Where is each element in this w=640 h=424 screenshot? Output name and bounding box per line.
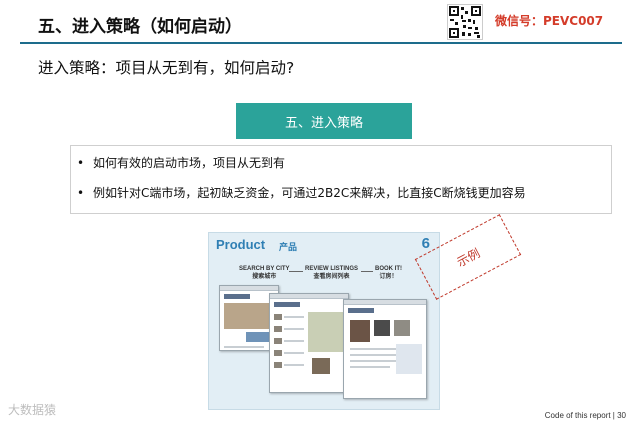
watermark: 大数据猿: [8, 403, 57, 417]
header-title: 五、进入策略（如何启动）: [38, 17, 242, 37]
step-label-cn: 订房！: [379, 274, 398, 280]
site-logo: [274, 302, 300, 307]
step-review: REVIEW LISTINGS 查看房间列表: [305, 265, 358, 281]
step-label-cn: 查看房间列表: [313, 274, 350, 280]
sample-stamp: 示例: [414, 214, 522, 300]
wechat-id: 微信号：PEVC007: [495, 14, 604, 28]
bullet-item: • 如何有效的启动市场，项目从无到有: [77, 154, 285, 171]
bullet-text: 例如针对C端市场，起初缺乏资金，可通过2B2C来解决，比直接C断烧钱更加容易: [93, 186, 526, 200]
text-line: [284, 328, 304, 330]
text-line: [284, 352, 304, 354]
site-logo: [348, 308, 374, 313]
text-line: [284, 364, 304, 366]
website-screenshot-listings: [269, 293, 349, 393]
browser-bar: [220, 286, 278, 291]
step-arrow: [361, 271, 373, 272]
listing-thumb: [274, 350, 282, 356]
text-line: [284, 316, 304, 318]
step-label-en: REVIEW LISTINGS: [305, 266, 359, 272]
header-rule: [20, 42, 622, 44]
step-label-cn: 搜索城市: [252, 274, 277, 280]
book-panel: [396, 344, 422, 374]
bullet-box: • 如何有效的启动市场，项目从无到有 • 例如针对C端市场，起初缺乏资金，可通过2B…: [70, 145, 612, 214]
map-image: [308, 312, 346, 352]
room-photo: [394, 320, 410, 336]
step-search: SEARCH BY CITY 搜索城市: [239, 265, 290, 281]
listing-thumb: [274, 314, 282, 320]
bullet-symbol: •: [77, 186, 85, 200]
host-photo: [350, 320, 370, 342]
step-label-en: SEARCH BY CITY: [239, 266, 290, 272]
qr-code-icon: [447, 4, 483, 40]
website-screenshot-booking: [343, 299, 427, 399]
text-line: [284, 340, 304, 342]
text-line: [350, 366, 390, 368]
bullet-item: • 例如针对C端市场，起初缺乏资金，可通过2B2C来解决，比直接C断烧钱更加容易: [77, 184, 526, 201]
step-book: BOOK IT! 订房！: [375, 265, 402, 281]
room-photo: [374, 320, 390, 336]
listing-thumb: [274, 362, 282, 368]
bullet-symbol: •: [77, 156, 85, 170]
step-arrow: [289, 271, 303, 272]
listing-thumb: [274, 338, 282, 344]
product-title: Product: [216, 237, 266, 252]
site-logo: [224, 294, 250, 299]
product-screenshot-panel: Product 产品 6 SEARCH BY CITY 搜索城市 REVIEW L…: [208, 232, 440, 410]
step-label-en: BOOK IT!: [375, 266, 402, 272]
section-banner: 五、进入策略: [236, 103, 412, 139]
sample-stamp-label: 示例: [454, 245, 483, 270]
browser-bar: [270, 294, 348, 299]
bullet-text: 如何有效的启动市场，项目从无到有: [93, 156, 286, 170]
footer: Code of this report | 30: [544, 411, 626, 420]
person-photo: [312, 358, 330, 374]
listing-thumb: [274, 326, 282, 332]
product-title-cn: 产品: [279, 243, 298, 253]
browser-bar: [344, 300, 426, 305]
product-slide-number: 6: [421, 235, 430, 252]
text-line: [224, 346, 264, 348]
page-subtitle: 进入策略：项目从无到有，如何启动?: [38, 59, 295, 77]
